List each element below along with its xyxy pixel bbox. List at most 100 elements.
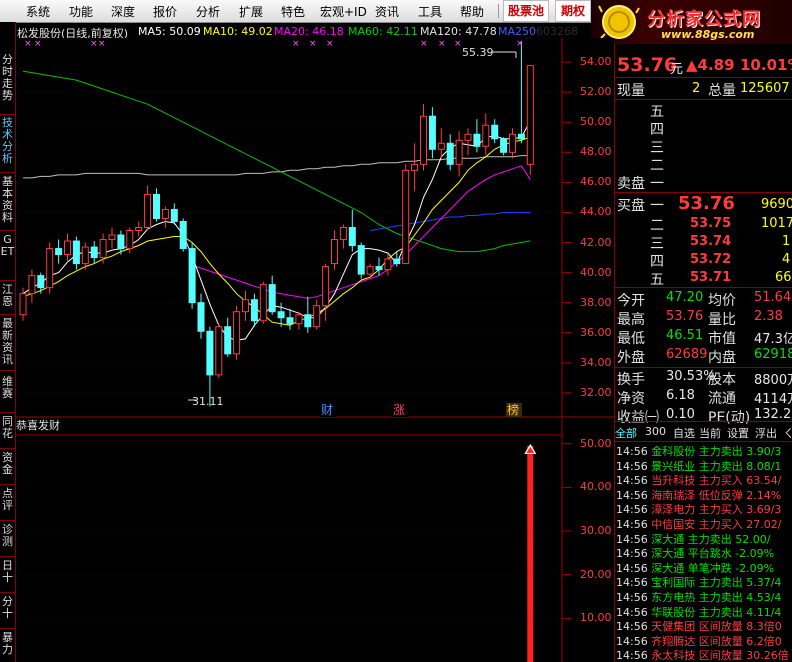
alert-row[interactable]: 14:56 华联股份 主力卖出 4.11/4 [616,605,781,620]
candle-body [295,314,303,325]
alert-row[interactable]: 14:56 金科股份 主力卖出 3.90/3 [616,444,781,459]
candle-body [420,115,427,165]
tab-divider [0,370,15,371]
stat-label: 收益㈠ [617,410,659,426]
tape-tab[interactable]: 全部 [615,425,637,441]
menu-system[interactable]: 系统 [26,3,50,20]
alert-stock: 当升科技 [647,474,696,488]
alert-row[interactable]: 14:56 当升科技 主力买入 63.54/ [616,473,781,488]
tab-divider [0,412,15,413]
alert-stock: 中信国安 [647,518,696,531]
tape-tab[interactable]: 300 [645,425,666,438]
candle-body [64,240,71,256]
tab-gann[interactable]: 江恩 [0,284,15,308]
menu-news[interactable]: 资讯 [375,3,399,20]
tab-daily-ten[interactable]: 日十 [0,560,15,584]
ma60-label: MA60: 42.11 [348,25,418,38]
candle-body [37,275,45,289]
menu-feature[interactable]: 特色 [281,3,305,20]
kline-chart[interactable]: × × × × × × × × × × × 55.39 31.11 财 涨 榜 … [16,38,614,662]
alert-time: 14:56 [616,547,648,561]
tab-funds[interactable]: 资金 [0,452,15,476]
alert-row[interactable]: 14:56 中信国安 主力买入 27.02/ [616,517,781,532]
menu-analysis[interactable]: 分析 [196,3,220,20]
alert-time: 14:56 [616,561,648,575]
signal-mark: × [420,39,428,49]
bid-volume-5: 66 [775,270,792,285]
alert-row[interactable]: 14:56 深大通 主力卖出 52.00/ [616,532,770,547]
candle-body [500,138,508,153]
tab-divider [0,114,15,115]
last-price: 53.76 [617,54,678,76]
tab-tonghua[interactable]: 同花 [0,416,15,440]
alert-value: -2.09% [731,547,775,561]
stat-value: 47.20 [666,290,704,305]
bid-volume-2: 1017 [761,216,792,231]
stat-label: PE(动) [708,410,751,426]
alert-row[interactable]: 14:56 天健集团 区间放量 8.3倍0 [616,619,782,634]
bid-price-4: 53.72 [690,252,732,267]
tab-divider [0,280,15,281]
stat-value: 6.18 [666,388,695,403]
signal-mark: × [438,39,446,49]
alert-value: 63.54/ [742,474,782,488]
low-price-label: 31.11 [192,395,224,408]
bid-volume-4: 4 [782,252,791,267]
candle-body [482,124,490,147]
market-alert-list[interactable]: 14:56 金科股份 主力卖出 3.90/3 14:56 景兴纸业 主力卖出 8.… [616,444,792,662]
menu-function[interactable]: 功能 [69,3,93,20]
tab-technical[interactable]: 技术分析 [0,117,15,165]
alert-row[interactable]: 14:56 深大通 单笔冲跌 -2.09% [616,561,774,576]
tab-divider [0,172,15,173]
menu-extend[interactable]: 扩展 [239,3,263,20]
stat-label: 换手 [617,372,645,388]
alert-time: 14:56 [616,620,648,634]
alert-row[interactable]: 14:56 东方电热 主力卖出 4.53/4 [616,590,781,605]
menu-macro[interactable]: 宏观+ID [320,3,367,20]
alert-row[interactable]: 14:56 漳泽电力 主力买入 3.69/3 [616,502,781,517]
alert-row[interactable]: 14:56 深大通 平台跳水 -2.09% [616,546,774,561]
candle-body [153,193,160,219]
menu-depth[interactable]: 深度 [111,3,135,20]
alert-value: 4.11/4 [742,605,782,619]
stat-label: 内盘 [708,350,736,366]
alert-row[interactable]: 14:56 景兴纸业 主力卖出 8.08/1 [616,459,781,474]
menu-tools[interactable]: 工具 [418,3,442,20]
menu-quote[interactable]: 报价 [153,3,177,20]
alert-row[interactable]: 14:56 永太科技 区间放量 30.26倍 [616,648,789,662]
alert-row[interactable]: 14:56 宝利国际 主力卖出 5.37/4 [616,575,781,590]
tab-diagnosis[interactable]: 诊测 [0,524,15,548]
current-volume-label: 现量 [617,83,645,99]
tab-min-ten[interactable]: 分十 [0,596,15,620]
tape-tab[interactable]: 自选 [673,425,695,441]
price-axis-label: 44.00 [580,205,612,219]
price-change: ▲4.89 [686,56,735,74]
tab-comment[interactable]: 点评 [0,488,15,512]
tape-tab[interactable]: 当前 [699,425,721,441]
price-change-pct: 10.01% [740,56,792,74]
stock-pool-button[interactable]: 股票池 [503,0,549,22]
alert-stock: 宝利国际 [647,576,696,590]
left-tab-bar: 分时走势 技术分析 基本资料 GET 江恩 最新资讯 维赛 同花 资金 点评 诊… [0,22,16,662]
tab-fundamentals[interactable]: 基本资料 [0,176,15,224]
bid-level-3: 三 [650,236,664,252]
alert-time: 14:56 [616,634,648,648]
options-button[interactable]: 期权 [555,0,591,22]
tab-force[interactable]: 暴力 [0,632,15,656]
menu-help[interactable]: 帮助 [460,3,484,20]
signal-mark: × [516,39,524,49]
tab-get[interactable]: GET [0,234,15,258]
candle-body [135,227,143,232]
stat-value: 53.76 [666,309,704,324]
tape-tab[interactable]: 设置 [727,425,749,441]
tab-intraday[interactable]: 分时走势 [0,54,15,102]
tab-divider [0,230,15,231]
alert-row[interactable]: 14:56 齐翔腾达 区间放量 6.2倍0 [616,634,782,649]
tab-latest-news[interactable]: 最新资讯 [0,318,15,366]
tape-tab[interactable]: 浮出 [755,425,777,441]
alert-row[interactable]: 14:56 海南瑞泽 低位反弹 2.14% [616,488,781,503]
divider [614,441,792,442]
tab-weisai[interactable]: 维赛 [0,376,15,400]
bid-level-1: 一 [650,198,664,214]
tape-tab[interactable]: ㄑ [783,425,792,441]
